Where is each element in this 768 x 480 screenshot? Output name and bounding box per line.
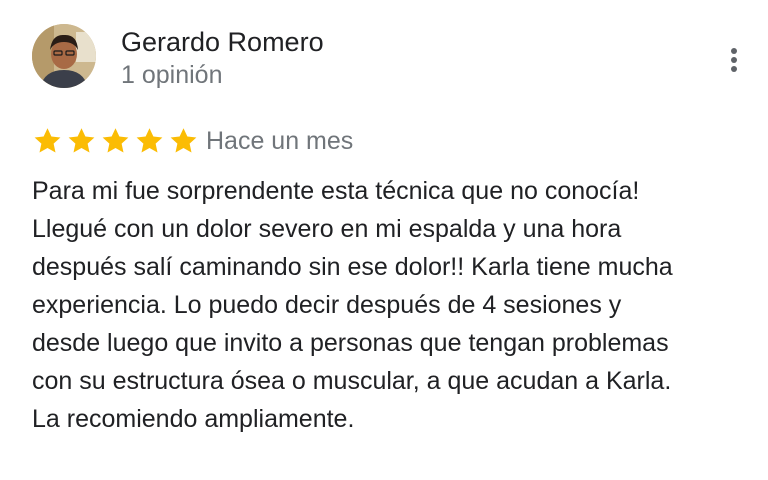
review-text: Para mi fue sorprendente esta técnica qu…	[32, 177, 673, 433]
reviewer-avatar[interactable]	[32, 24, 96, 88]
reviewer-review-count: 1 opinión	[121, 61, 223, 89]
more-options-button[interactable]	[716, 40, 752, 80]
reviewer-name[interactable]: Gerardo Romero	[121, 26, 324, 58]
more-vert-icon-dot-2	[731, 57, 737, 63]
star-icon	[136, 128, 163, 153]
reviewer-photo-icon	[32, 24, 96, 88]
more-vert-icon	[731, 48, 737, 54]
star-icon	[102, 128, 129, 153]
review-time: Hace un mes	[206, 127, 354, 155]
star-rating	[32, 126, 199, 156]
star-icon	[34, 128, 61, 153]
star-icon	[68, 128, 95, 153]
more-vert-icon-dot-3	[731, 66, 737, 72]
star-icon	[170, 128, 197, 153]
review-card: Gerardo Romero 1 opinión Hace un mes Par…	[0, 0, 768, 480]
